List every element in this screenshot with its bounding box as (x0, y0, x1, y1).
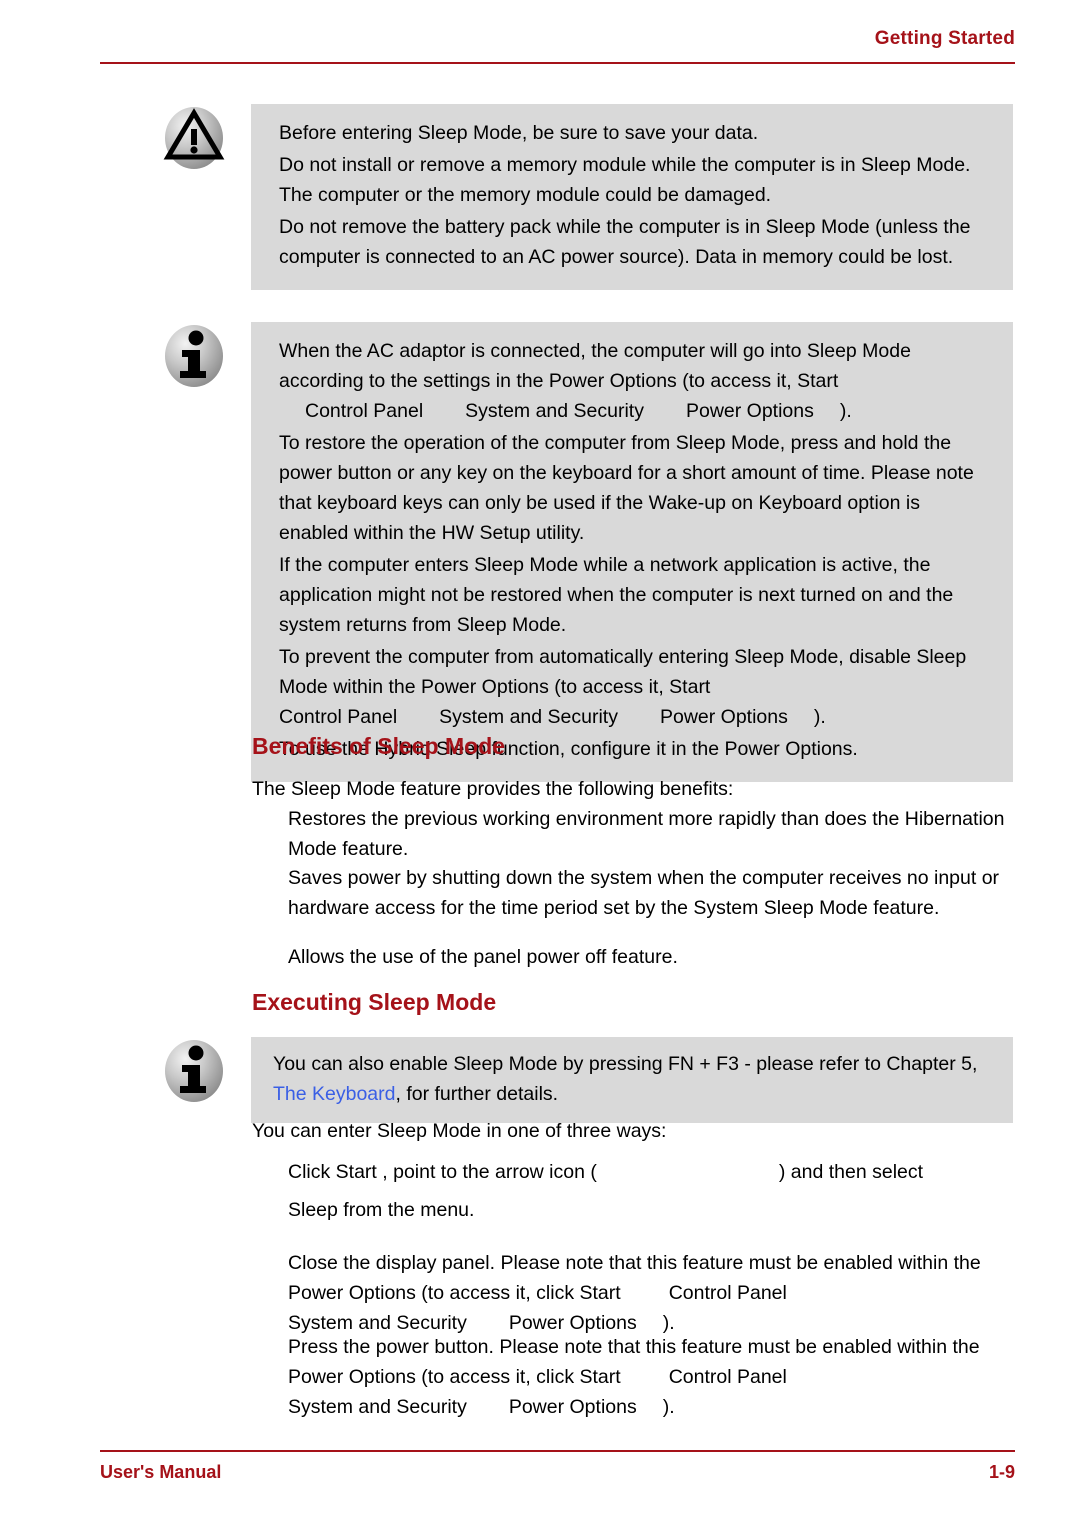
info-notice-2-body: You can also enable Sleep Mode by pressi… (251, 1037, 1013, 1123)
info1-p1-text: When the AC adaptor is connected, the co… (279, 340, 911, 392)
link-the-keyboard[interactable]: The Keyboard (273, 1083, 396, 1105)
item2-system-security: System and Security (288, 1312, 467, 1334)
heading-executing-sleep-mode: Executing Sleep Mode (252, 989, 497, 1015)
info1-p4-control-panel: Control Panel (279, 706, 398, 728)
info1-path-power-options: Power Options (685, 400, 814, 422)
info1-paragraph-1-line: When the AC adaptor is connected, the co… (279, 336, 991, 396)
item3-close: ). (662, 1396, 675, 1418)
executing-list-item-1: Click Start , point to the arrow icon ()… (288, 1153, 1013, 1229)
item1-text-c: Sleep from the menu. (288, 1199, 475, 1221)
item1-text-b: ) and then select (778, 1161, 924, 1183)
warning-notice-body: Before entering Sleep Mode, be sure to s… (251, 104, 1013, 290)
footer-divider-rule (100, 1450, 1015, 1452)
info-i-icon (160, 1037, 228, 1105)
info1-path-system-security: System and Security (465, 400, 644, 422)
executing-intro-text: You can enter Sleep Mode in one of three… (252, 1120, 667, 1142)
item3-system-security: System and Security (288, 1396, 467, 1418)
item1-text-a: Click Start , point to the arrow icon ( (288, 1161, 597, 1183)
item3-text-a: Press the power button. Please note that… (288, 1336, 980, 1388)
footer-manual-label: User's Manual (100, 1462, 222, 1482)
item2-power-options: Power Options (508, 1312, 637, 1334)
info1-path-control-panel: Control Panel (305, 400, 424, 422)
footer-page-number: 1-9 (988, 1462, 1015, 1482)
info-i-icon (160, 322, 228, 390)
benefits-list-item-1: Restores the previous working environmen… (288, 808, 1005, 860)
benefits-list-item-3: Allows the use of the panel power off fe… (288, 946, 678, 968)
executing-list-item-3: Press the power button. Please note that… (288, 1332, 1028, 1422)
warning-paragraph-3: Do not remove the battery pack while the… (279, 216, 971, 268)
benefits-list-item-2: Saves power by shutting down the system … (288, 867, 1000, 919)
item3-power-options: Power Options (508, 1396, 637, 1418)
warning-triangle-icon (160, 104, 228, 172)
info1-p4-close: ). (813, 706, 826, 728)
warning-paragraph-1: Before entering Sleep Mode, be sure to s… (279, 122, 759, 144)
info1-paragraph-1-path: Control Panel System and Security Power Op… (279, 396, 991, 426)
warning-paragraph-2: Do not install or remove a memory module… (279, 154, 971, 206)
info1-paragraph-4-line: To prevent the computer from automatical… (279, 642, 991, 702)
info-notice-1-body: When the AC adaptor is connected, the co… (251, 322, 1013, 782)
item2-text-a: Close the display panel. Please note tha… (288, 1252, 981, 1304)
item2-control-panel: Control Panel (668, 1282, 787, 1304)
info2-text-before-link: You can also enable Sleep Mode by pressi… (273, 1053, 978, 1075)
info1-paragraph-2: To restore the operation of the computer… (279, 432, 974, 544)
info1-paragraph-3: If the computer enters Sleep Mode while … (279, 554, 954, 636)
item3-control-panel: Control Panel (668, 1366, 787, 1388)
info1-p4-power-options: Power Options (659, 706, 788, 728)
info1-p4-system-security: System and Security (439, 706, 618, 728)
executing-list-item-2: Close the display panel. Please note tha… (288, 1248, 1028, 1338)
info2-paragraph: You can also enable Sleep Mode by pressi… (273, 1049, 991, 1109)
benefits-intro-text: The Sleep Mode feature provides the foll… (252, 778, 734, 800)
header-divider-rule (100, 62, 1015, 64)
info2-text-after-link: , for further details. (395, 1083, 559, 1105)
item2-close: ). (662, 1312, 675, 1334)
info1-p4-text: To prevent the computer from automatical… (279, 646, 967, 698)
info1-paragraph-4-path: Control Panel System and Security Power Op… (279, 702, 991, 732)
heading-benefits-of-sleep-mode: Benefits of Sleep Mode (252, 733, 506, 759)
header-chapter-title: Getting Started (874, 28, 1015, 49)
manual-page: Getting Started Before entering Sleep Mo… (0, 0, 1080, 1526)
info1-path-close: ). (839, 400, 852, 422)
